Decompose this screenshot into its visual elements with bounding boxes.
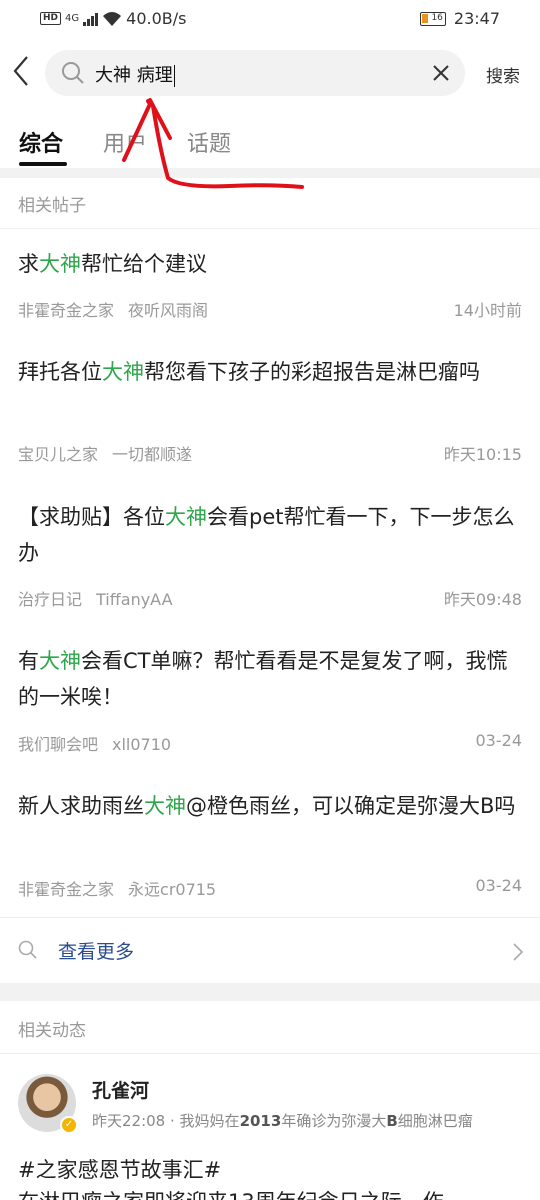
section-title-related-posts: 相关帖子 (18, 196, 86, 216)
search-icon (18, 940, 37, 959)
post-user[interactable]: TiffanyAA (96, 590, 173, 609)
post-time: 03-24 (475, 731, 523, 750)
clock: 23:47 (453, 9, 500, 28)
chevron-right-icon (513, 943, 524, 961)
post-user[interactable]: 永远cr0715 (128, 880, 216, 899)
post-title[interactable]: 有大神会看CT单嘛？帮忙看看是不是复发了啊，我慌的一米唉！ (18, 643, 528, 715)
author-name[interactable]: 孔雀河 (92, 1076, 149, 1103)
search-header: 大神 病理 搜索 (0, 42, 540, 104)
post-meta: 非霍奇金之家 夜听风雨阁 14小时前 (18, 297, 522, 321)
tab-bar: 综合 用户 话题 (0, 118, 540, 168)
dynamic-hashtag[interactable]: #之家感恩节故事汇# (18, 1154, 528, 1186)
divider (0, 228, 540, 229)
post-time: 03-24 (475, 876, 523, 895)
search-box[interactable]: 大神 病理 (45, 50, 465, 96)
post-title[interactable]: 求大神帮忙给个建议 (18, 246, 528, 282)
post-title[interactable]: 拜托各位大神帮您看下孩子的彩超报告是淋巴瘤吗 (18, 354, 528, 390)
dynamic-meta: 昨天22:08 · 我妈妈在2013年确诊为弥漫大B细胞淋巴瘤 (92, 1112, 473, 1130)
tab-active-indicator (19, 162, 67, 166)
post-title[interactable]: 新人求助雨丝大神@橙色雨丝，可以确定是弥漫大B吗 (18, 788, 528, 824)
post-meta: 治疗日记 TiffanyAA 昨天09:48 (18, 586, 522, 610)
post-group[interactable]: 宝贝儿之家 (18, 445, 98, 464)
post-group[interactable]: 我们聊会吧 (18, 735, 98, 754)
divider (0, 1053, 540, 1054)
post-time: 14小时前 (453, 301, 522, 320)
back-arrow-icon[interactable] (10, 54, 34, 88)
post-user[interactable]: 一切都顺遂 (112, 445, 192, 464)
verified-badge-icon: ✓ (60, 1116, 78, 1134)
post-group[interactable]: 治疗日记 (18, 590, 82, 609)
status-bar: HD 4G 40.0B/s 16 23:47 (0, 0, 540, 38)
dynamic-text: 在淋巴瘤之家即将迎来13周年纪念日之际，作 (18, 1186, 528, 1200)
battery-icon: 16 (419, 11, 446, 26)
hd-badge: HD (40, 12, 62, 25)
status-right: 16 23:47 (419, 9, 500, 28)
post-time: 昨天10:15 (443, 445, 522, 464)
post-group[interactable]: 非霍奇金之家 (18, 301, 114, 320)
network-type: 4G (65, 12, 80, 24)
post-user[interactable]: 夜听风雨阁 (128, 301, 208, 320)
search-query: 大神 病理 (95, 65, 173, 86)
network-speed: 40.0B/s (126, 9, 187, 28)
view-more-label: 查看更多 (58, 941, 135, 963)
dynamic-summary: 我妈妈在2013年确诊为弥漫大B细胞淋巴瘤 (179, 1112, 473, 1130)
section-title-related-dynamics: 相关动态 (18, 1021, 86, 1041)
post-meta: 宝贝儿之家 一切都顺遂 昨天10:15 (18, 441, 522, 465)
search-button[interactable]: 搜索 (486, 62, 520, 87)
tab-topics[interactable]: 话题 (187, 126, 231, 158)
post-user[interactable]: xll0710 (112, 735, 171, 754)
signal-icon (83, 12, 99, 26)
view-more-button[interactable]: 查看更多 (0, 918, 540, 982)
post-time: 昨天09:48 (443, 590, 522, 609)
text-cursor (173, 65, 176, 87)
search-icon (62, 62, 84, 84)
tab-users[interactable]: 用户 (103, 126, 147, 158)
post-meta: 我们聊会吧 xll0710 03-24 (18, 731, 522, 755)
status-left: HD 4G 40.0B/s (40, 9, 186, 28)
post-group[interactable]: 非霍奇金之家 (18, 880, 114, 899)
search-input[interactable]: 大神 病理 (95, 61, 176, 87)
section-gap (0, 983, 540, 1001)
post-meta: 非霍奇金之家 永远cr0715 03-24 (18, 876, 522, 900)
wifi-icon (103, 11, 122, 26)
tab-overview[interactable]: 综合 (19, 126, 63, 158)
section-gap (0, 168, 540, 178)
dynamic-time: 昨天22:08 (92, 1112, 166, 1130)
dynamic-body[interactable]: #之家感恩节故事汇# 在淋巴瘤之家即将迎来13周年纪念日之际，作 (18, 1154, 528, 1200)
post-title[interactable]: 【求助贴】各位大神会看pet帮忙看一下，下一步怎么办 (18, 499, 528, 571)
clear-icon[interactable] (431, 63, 451, 83)
